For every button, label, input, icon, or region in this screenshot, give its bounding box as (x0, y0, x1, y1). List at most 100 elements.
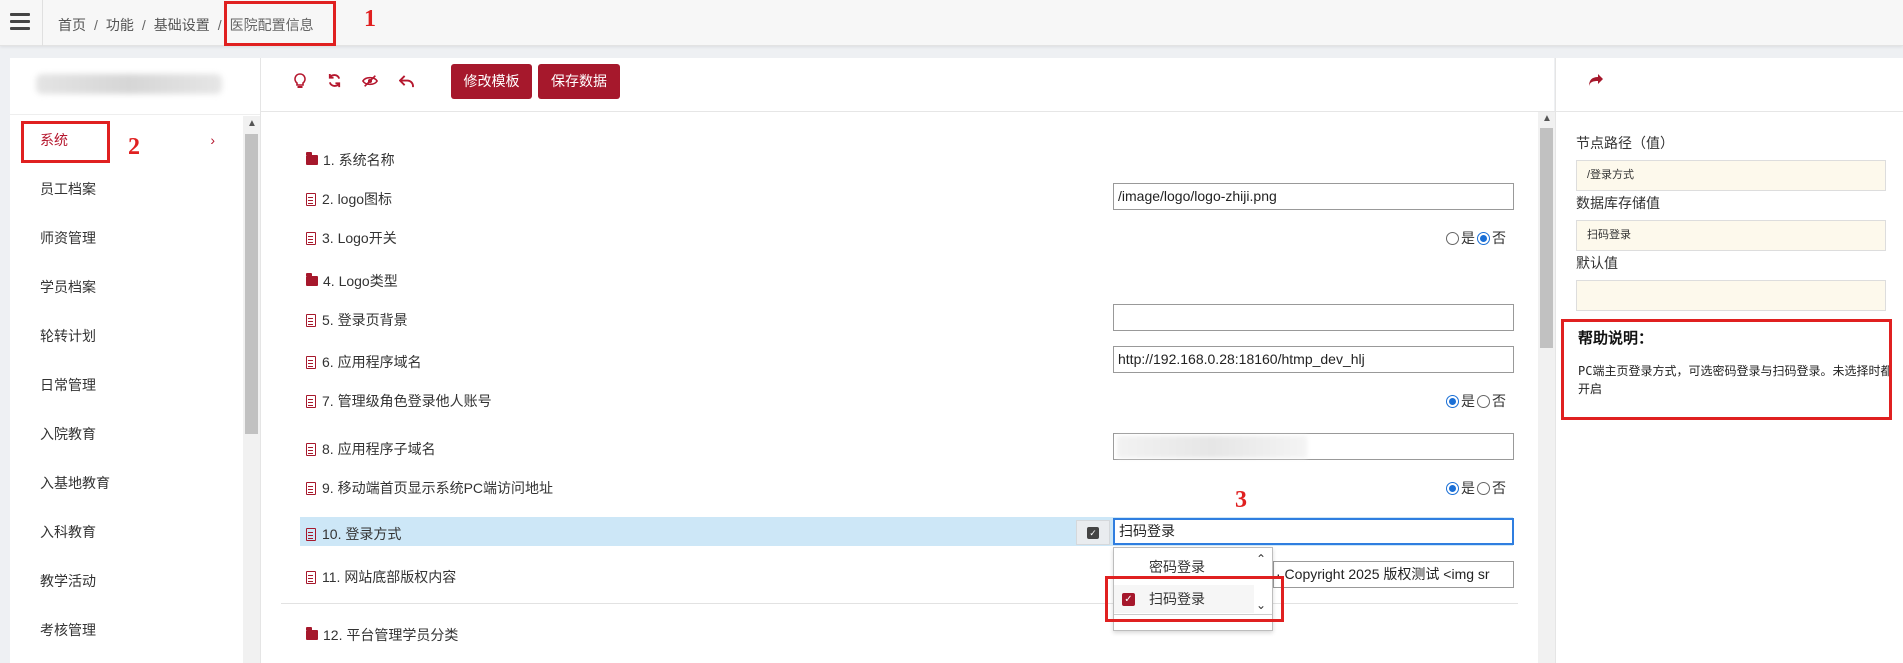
login-method-select[interactable]: 扫码登录 (1113, 518, 1514, 545)
scrollbar-thumb[interactable] (245, 134, 258, 434)
sidebar-item-rotation-plan[interactable]: 轮转计划 (10, 312, 243, 361)
config-row-label: 5. 登录页背景 (322, 312, 408, 328)
config-row-logo-type[interactable]: 4. Logo类型 (306, 271, 398, 291)
copyright-input[interactable]: · Copyright 2025 版权测试 <img sr (1273, 561, 1514, 588)
sidebar-item-department-education[interactable]: 入科教育 (10, 508, 243, 557)
admin-login-radio-group: 是 否 (1446, 391, 1506, 411)
config-row-app-subdomain[interactable]: 8. 应用程序子域名 (306, 439, 436, 459)
annotation-box-1 (224, 1, 336, 46)
login-background-input[interactable] (1113, 304, 1514, 331)
app-domain-input[interactable]: http://192.168.0.28:18160/htmp_dev_hlj (1113, 346, 1514, 373)
config-row-app-domain[interactable]: 6. 应用程序域名 (306, 352, 422, 372)
folder-icon (306, 627, 318, 640)
option-label: 密码登录 (1149, 559, 1205, 575)
detail-toolbar (1556, 58, 1903, 112)
radio-label-yes: 是 (1461, 230, 1475, 246)
sidebar-item-base-education[interactable]: 入基地教育 (10, 459, 243, 508)
default-value-field[interactable] (1576, 280, 1886, 311)
logo-path-input[interactable]: /image/logo/logo-zhiji.png (1113, 183, 1514, 210)
file-icon (306, 355, 316, 369)
config-row-login-background[interactable]: 5. 登录页背景 (306, 310, 408, 330)
breadcrumb-separator: / (217, 17, 222, 33)
file-icon (306, 313, 316, 327)
radio-no[interactable] (1477, 231, 1490, 245)
config-row-logo-icon[interactable]: 2. logo图标 (306, 189, 392, 209)
sidebar-item-teacher-management[interactable]: 师资管理 (10, 214, 243, 263)
sidebar-item-assessment[interactable]: 考核管理 (10, 606, 243, 655)
sidebar-item-teaching-activity[interactable]: 教学活动 (10, 557, 243, 606)
radio-yes[interactable] (1446, 231, 1459, 245)
annotation-box-3 (1105, 576, 1284, 622)
node-path-label: 节点路径（值） (1576, 135, 1674, 151)
breadcrumb-basic-settings[interactable]: 基础设置 (154, 15, 210, 35)
lightbulb-icon[interactable] (289, 73, 311, 95)
radio-yes[interactable] (1446, 394, 1459, 408)
eye-slash-icon[interactable] (359, 73, 381, 95)
annotation-number-2: 2 (128, 134, 140, 160)
scroll-up-icon[interactable]: ▲ (1542, 113, 1552, 124)
sidebar-item-label: 学员档案 (40, 279, 96, 295)
save-data-button[interactable]: 保存数据 (538, 64, 620, 99)
sidebar-item-label: 员工档案 (40, 181, 96, 197)
folder-icon (306, 152, 318, 165)
radio-yes[interactable] (1446, 481, 1459, 495)
topbar-divider (42, 0, 43, 46)
config-row-label: 3. Logo开关 (322, 230, 397, 246)
hamburger-menu-icon[interactable] (10, 13, 30, 31)
config-row-system-name[interactable]: 1. 系统名称 (306, 150, 395, 170)
db-value-field[interactable]: 扫码登录 (1576, 220, 1886, 251)
config-row-label: 10. 登录方式 (322, 526, 402, 542)
radio-label-no: 否 (1492, 480, 1506, 496)
sidebar-item-label: 入科教育 (40, 524, 96, 540)
config-row-label: 8. 应用程序子域名 (322, 441, 436, 457)
folder-icon (306, 273, 318, 286)
config-row-logo-switch[interactable]: 3. Logo开关 (306, 228, 397, 248)
chevron-up-icon[interactable]: ⌃ (1256, 552, 1266, 566)
sidebar-nav: 系统 › 员工档案 师资管理 学员档案 轮转计划 日常管理 入院教育 入基地教育… (10, 116, 243, 655)
radio-label-no: 否 (1492, 230, 1506, 246)
sidebar-item-label: 教学活动 (40, 573, 96, 589)
node-path-field[interactable]: /登录方式 (1576, 160, 1886, 191)
config-row-admin-login-others[interactable]: 7. 管理级角色登录他人账号 (306, 391, 492, 411)
scrollbar-thumb[interactable] (1540, 128, 1553, 348)
chevron-right-icon: › (210, 132, 215, 148)
blurred-value (1117, 436, 1307, 458)
sidebar-scrollbar[interactable]: ▲ (243, 116, 260, 663)
breadcrumb-home[interactable]: 首页 (58, 15, 86, 35)
config-row-label: 11. 网站底部版权内容 (322, 569, 457, 585)
radio-no[interactable] (1477, 394, 1490, 408)
config-row-login-method[interactable]: 10. 登录方式 (306, 524, 401, 544)
file-icon (306, 442, 316, 456)
sidebar-item-label: 考核管理 (40, 622, 96, 638)
config-row-student-category[interactable]: 12. 平台管理学员分类 (306, 625, 458, 645)
share-icon[interactable] (1588, 71, 1604, 92)
sidebar-item-staff-archive[interactable]: 员工档案 (10, 165, 243, 214)
breadcrumb-separator: / (94, 17, 98, 33)
file-icon (306, 231, 316, 245)
refresh-icon[interactable] (323, 73, 345, 95)
config-row-label: 9. 移动端首页显示系统PC端访问地址 (322, 480, 554, 496)
annotation-number-1: 1 (364, 6, 376, 32)
blurred-logo (36, 74, 222, 94)
config-row-label: 2. logo图标 (322, 191, 393, 207)
sidebar-item-hospital-education[interactable]: 入院教育 (10, 410, 243, 459)
breadcrumb-function[interactable]: 功能 (106, 15, 134, 35)
file-icon (306, 192, 316, 206)
undo-icon[interactable] (395, 73, 417, 95)
sidebar-item-label: 轮转计划 (40, 328, 96, 344)
sidebar-item-daily-management[interactable]: 日常管理 (10, 361, 243, 410)
config-row-footer-copyright[interactable]: 11. 网站底部版权内容 (306, 567, 456, 587)
modify-template-button[interactable]: 修改模板 (451, 64, 532, 99)
config-scrollbar[interactable]: ▲ (1538, 112, 1555, 663)
sidebar-item-label: 入基地教育 (40, 475, 110, 491)
annotation-box-help (1561, 319, 1892, 420)
scroll-up-icon[interactable]: ▲ (247, 118, 257, 129)
logo-switch-radio-group: 是 否 (1446, 228, 1506, 248)
multi-select-toggle-button[interactable]: ✓ (1076, 520, 1110, 545)
file-icon (306, 570, 316, 584)
config-row-mobile-show-pc-url[interactable]: 9. 移动端首页显示系统PC端访问地址 (306, 478, 553, 498)
sidebar-item-student-archive[interactable]: 学员档案 (10, 263, 243, 312)
radio-no[interactable] (1477, 481, 1490, 495)
checkbox-icon: ✓ (1087, 527, 1099, 540)
config-row-label: 12. 平台管理学员分类 (323, 627, 459, 643)
